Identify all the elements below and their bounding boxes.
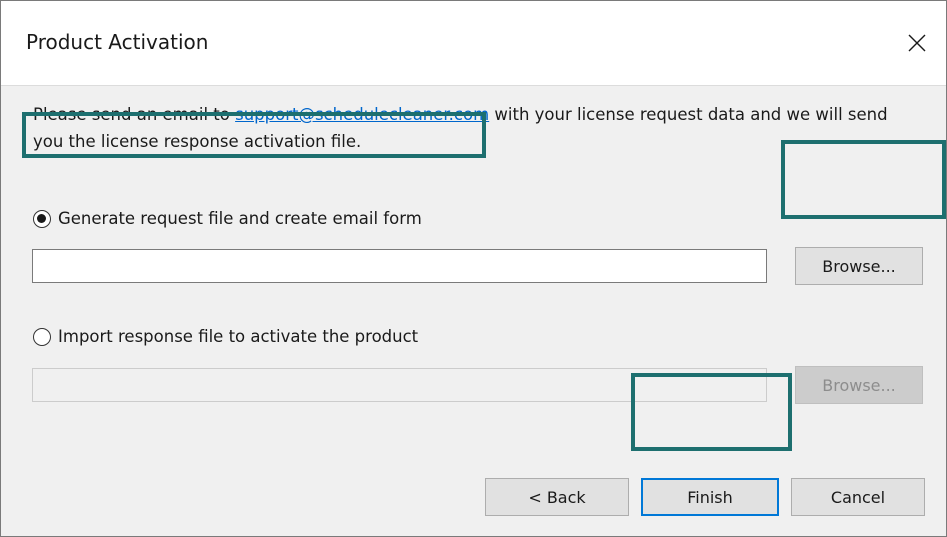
radio-import-label: Import response file to activate the pro… <box>58 327 419 346</box>
radio-generate-request[interactable]: Generate request file and create email f… <box>33 209 422 228</box>
browse-request-button[interactable]: Browse... <box>795 247 923 285</box>
request-file-path-input[interactable] <box>32 249 767 283</box>
radio-button-generate[interactable] <box>33 209 51 228</box>
back-button[interactable]: < Back <box>485 478 629 516</box>
message-text-before: Please send an email to <box>33 105 236 124</box>
close-icon <box>908 34 926 52</box>
close-button[interactable] <box>897 23 937 63</box>
response-file-path-input <box>32 368 767 402</box>
product-activation-dialog: Product Activation Please send an email … <box>0 0 947 537</box>
browse-response-button: Browse... <box>795 366 923 404</box>
radio-generate-label: Generate request file and create email f… <box>58 209 422 228</box>
support-email-link[interactable]: support@schedulecleaner.com <box>235 105 489 124</box>
radio-import-response[interactable]: Import response file to activate the pro… <box>33 327 418 346</box>
finish-button[interactable]: Finish <box>641 478 779 516</box>
radio-button-import[interactable] <box>33 327 51 346</box>
dialog-content: Please send an email to support@schedule… <box>1 86 946 536</box>
cancel-button[interactable]: Cancel <box>791 478 925 516</box>
title-bar: Product Activation <box>1 1 946 85</box>
dialog-title: Product Activation <box>26 30 209 54</box>
instruction-message: Please send an email to support@schedule… <box>33 101 923 155</box>
